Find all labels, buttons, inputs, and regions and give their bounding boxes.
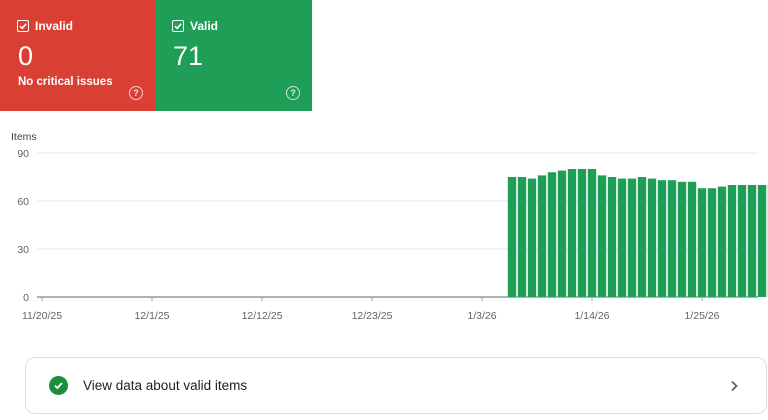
y-tick-label: 90 [17,148,29,160]
x-tick-label: 12/23/25 [352,310,393,322]
invalid-count: 0 [18,41,34,71]
chart-bar [757,185,767,297]
chart-bar [677,181,687,297]
chart-bar [537,175,547,297]
x-tick-label: 1/25/26 [684,310,719,322]
chart-bar [617,178,627,297]
chart-bar [567,169,577,297]
chart-bar [627,178,637,297]
x-tick-label: 12/12/25 [242,310,283,322]
help-circle-icon[interactable]: ? [286,86,300,100]
chart-bar [657,180,667,297]
chart-bar [597,175,607,297]
chart-bar [587,169,597,297]
x-tick-label: 1/3/26 [467,310,496,322]
view-valid-items-link[interactable]: View data about valid items [25,357,767,414]
chart-bar [557,170,567,297]
chart-bar [527,178,537,297]
chart-bar [667,180,677,297]
invalid-status-card[interactable]: Invalid 0 No critical issues ? [0,0,155,111]
check-circle-icon [49,376,68,395]
items-bar-chart: 0 30 60 90 11/20/25 12/1/25 12/12/25 12/23/25 1/… [17,148,768,322]
chart-bar [747,185,757,297]
chart-bar [637,177,647,297]
chart-bar [707,188,717,297]
valid-card-header: Valid [172,19,218,33]
chart-bar [697,188,707,297]
view-valid-items-label: View data about valid items [83,378,248,393]
help-circle-icon[interactable]: ? [129,86,143,100]
chart-bar [687,181,697,297]
invalid-card-header: Invalid [17,19,73,33]
invalid-card-subtitle: No critical issues [18,76,113,88]
valid-count: 71 [173,41,204,71]
chart-bar [507,177,517,297]
chart-bar [517,177,527,297]
chart-bar [727,185,737,297]
chevron-right-icon[interactable] [728,379,740,393]
invalid-card-label: Invalid [35,19,74,33]
chart-bar [717,186,727,297]
x-tick-label: 11/20/25 [22,310,62,322]
checkbox-checked-icon[interactable] [17,20,29,32]
y-tick-label: 0 [23,292,29,304]
y-tick-label: 60 [17,196,29,208]
chart-bar [647,178,657,297]
y-tick-label: 30 [17,244,29,256]
chart-bar [607,177,617,297]
chart-bar [577,169,587,297]
valid-status-card[interactable]: Valid 71 ? [155,0,312,111]
valid-card-label: Valid [190,19,219,33]
chart-bar [547,172,557,297]
x-tick-label: 12/1/25 [134,310,169,322]
x-tick-label: 1/14/26 [574,310,609,322]
items-chart: Items 0 30 60 90 11/20/25 12/1/25 12/12/25 12/2… [0,125,768,325]
chart-bar [737,185,747,297]
checkbox-checked-icon[interactable] [172,20,184,32]
